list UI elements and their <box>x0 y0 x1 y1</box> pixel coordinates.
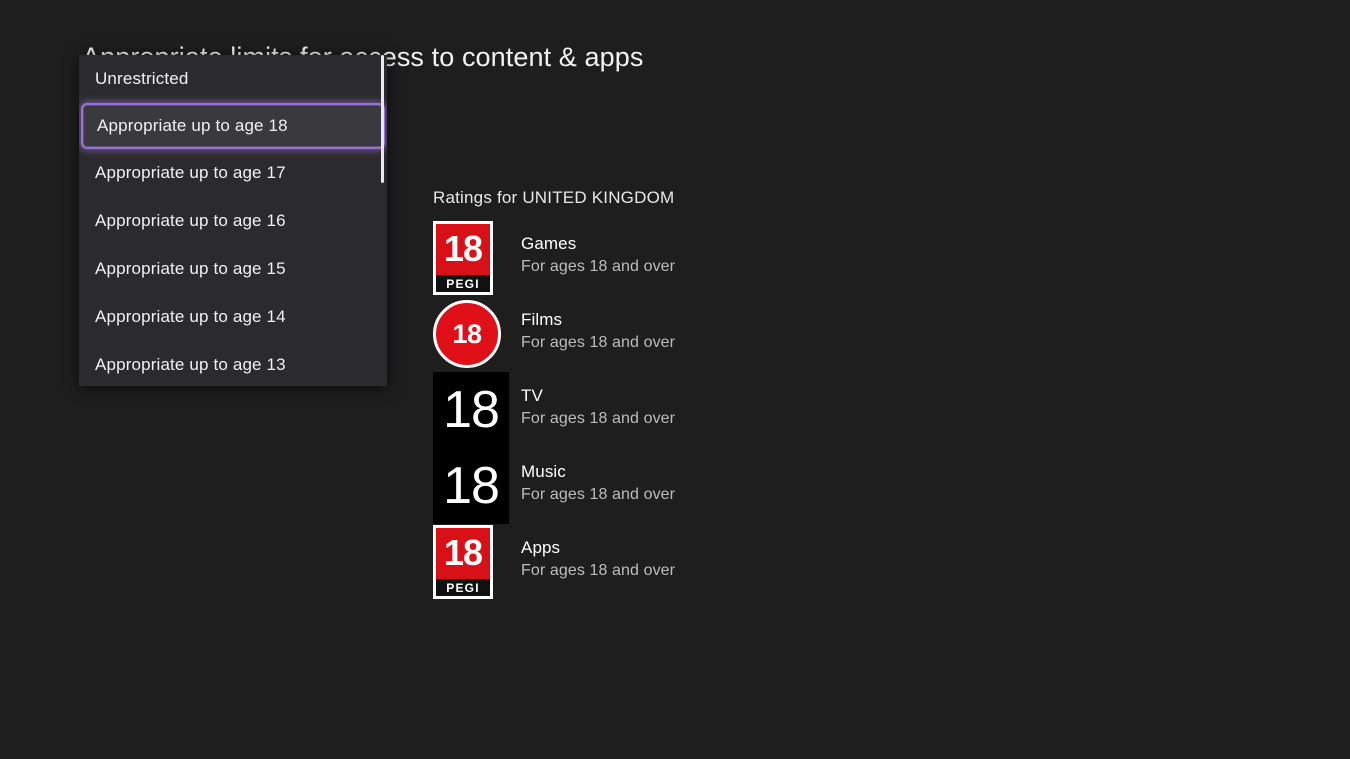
pegi-18-apps-icon: 18 PEGI <box>433 525 493 599</box>
rating-description: For ages 18 and over <box>521 333 676 351</box>
pegi-18-icon: 18 PEGI <box>433 221 493 295</box>
rating-badge: 18 PEGI <box>433 220 509 296</box>
dropdown-option-label: Appropriate up to age 17 <box>95 163 286 182</box>
rating-row-apps: 18 PEGI Apps For ages 18 and over <box>433 524 853 600</box>
rating-category: Films <box>521 310 563 329</box>
rating-row-tv: 18 TV For ages 18 and over <box>433 372 853 448</box>
dropdown-option-age-18[interactable]: Appropriate up to age 18 <box>81 103 385 149</box>
rating-category: Games <box>521 234 577 253</box>
pegi-wordmark: PEGI <box>436 579 490 596</box>
dropdown-option-label: Appropriate up to age 18 <box>97 116 288 135</box>
dropdown-option-label: Appropriate up to age 14 <box>95 307 286 326</box>
rating-description: For ages 18 and over <box>521 257 676 275</box>
rating-badge: 18 <box>433 448 509 524</box>
dropdown-scrollbar[interactable] <box>381 55 385 386</box>
dropdown-option-age-14[interactable]: Appropriate up to age 14 <box>79 293 387 341</box>
rating-row-games: 18 PEGI Games For ages 18 and over <box>433 220 853 296</box>
dropdown-option-label: Appropriate up to age 13 <box>95 355 286 374</box>
rating-description: For ages 18 and over <box>521 485 676 503</box>
dropdown-option-age-15[interactable]: Appropriate up to age 15 <box>79 245 387 293</box>
pegi-age-value: 18 <box>443 532 483 573</box>
rating-text: Games For ages 18 and over <box>509 220 675 278</box>
dropdown-option-unrestricted[interactable]: Unrestricted <box>79 55 387 103</box>
dropdown-option-label: Unrestricted <box>95 69 189 88</box>
rating-badge: 18 PEGI <box>433 524 509 600</box>
rating-category: TV <box>521 386 543 405</box>
rating-description: For ages 18 and over <box>521 409 676 427</box>
pegi-age-value: 18 <box>443 228 483 269</box>
dropdown-option-age-13[interactable]: Appropriate up to age 13 <box>79 341 387 386</box>
rating-category: Apps <box>521 538 561 557</box>
rating-row-music: 18 Music For ages 18 and over <box>433 448 853 524</box>
dropdown-option-age-16[interactable]: Appropriate up to age 16 <box>79 197 387 245</box>
ratings-heading: Ratings for UNITED KINGDOM <box>433 188 675 207</box>
dropdown-option-label: Appropriate up to age 16 <box>95 211 286 230</box>
dropdown-option-list: Unrestricted Appropriate up to age 18 Ap… <box>79 55 387 386</box>
rating-category: Music <box>521 462 566 481</box>
dropdown-scrollbar-thumb[interactable] <box>381 55 384 183</box>
music-18-icon: 18 <box>433 448 509 524</box>
tv-18-icon: 18 <box>433 372 509 448</box>
pegi-wordmark: PEGI <box>436 275 490 292</box>
dropdown-option-age-17[interactable]: Appropriate up to age 17 <box>79 149 387 197</box>
age-limit-dropdown[interactable]: Unrestricted Appropriate up to age 18 Ap… <box>79 55 387 386</box>
bbfc-18-icon: 18 <box>433 300 501 368</box>
rating-text: TV For ages 18 and over <box>509 372 675 430</box>
rating-text: Apps For ages 18 and over <box>509 524 675 582</box>
rating-badge: 18 <box>433 296 509 372</box>
ratings-panel: Ratings for UNITED KINGDOM 18 PEGI Games… <box>433 188 853 600</box>
rating-badge: 18 <box>433 372 509 448</box>
rating-text: Music For ages 18 and over <box>509 448 675 506</box>
rating-row-films: 18 Films For ages 18 and over <box>433 296 853 372</box>
dropdown-option-label: Appropriate up to age 15 <box>95 259 286 278</box>
rating-text: Films For ages 18 and over <box>509 296 675 354</box>
rating-description: For ages 18 and over <box>521 561 676 579</box>
